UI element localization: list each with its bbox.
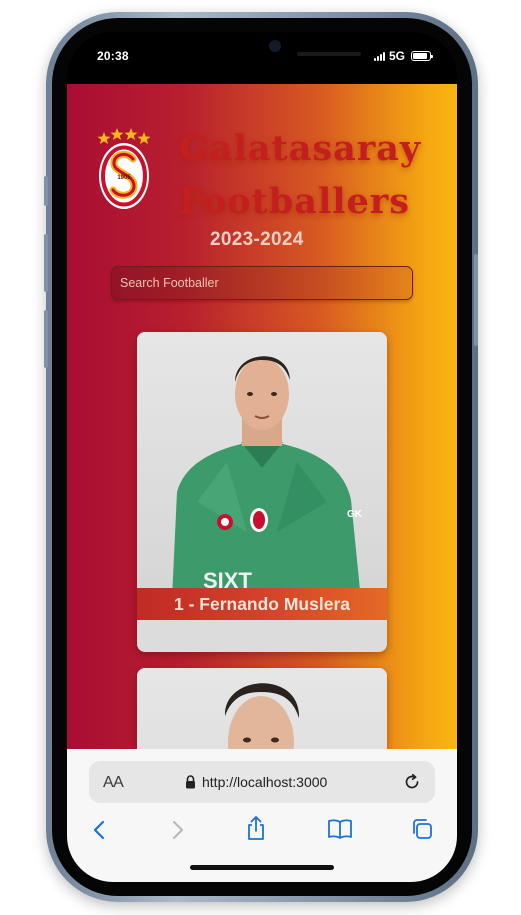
bookmarks-icon[interactable] — [327, 818, 353, 840]
address-bar[interactable]: AA http://localhost:3000 — [89, 761, 435, 803]
power-button — [474, 254, 478, 346]
silent-switch — [44, 176, 48, 206]
home-indicator[interactable] — [190, 865, 334, 870]
crest-year: 1905 — [117, 175, 131, 181]
front-camera — [269, 40, 281, 52]
svg-text:GK: GK — [347, 509, 363, 520]
text-size-button[interactable]: AA — [103, 774, 124, 792]
title-line-1: Galatasaray — [179, 128, 422, 169]
battery-icon — [411, 51, 433, 61]
goalkeeper-portrait: GK SIXT — [171, 356, 363, 620]
back-icon[interactable] — [92, 819, 108, 841]
status-bar: 20:38 5G — [67, 32, 457, 84]
volume-down-button — [44, 310, 48, 368]
lock-icon — [186, 775, 195, 789]
player-card[interactable]: GK SIXT 1 - Fernando Muslera — [137, 332, 387, 652]
title-line-2: Footballers — [179, 181, 410, 222]
earpiece — [297, 52, 361, 56]
player-portrait — [224, 683, 300, 749]
player-photo: GK SIXT 1 - Fernando Muslera — [137, 332, 387, 620]
status-indicators: 5G — [373, 49, 433, 63]
reload-icon[interactable] — [403, 773, 421, 791]
season-label: 2023-2024 — [210, 229, 304, 250]
network-label: 5G — [388, 49, 405, 63]
signal-icon — [373, 51, 385, 61]
forward-icon[interactable] — [169, 819, 185, 841]
page-title: Galatasaray Footballers — [179, 122, 449, 228]
status-time: 20:38 — [97, 49, 129, 63]
volume-up-button — [44, 234, 48, 292]
page-content[interactable]: 1905 Galatasaray Footballers 2023-2024 S… — [67, 84, 457, 749]
galatasaray-crest-icon: 1905 — [97, 128, 151, 209]
url-group[interactable]: http://localhost:3000 — [185, 774, 327, 790]
search-input[interactable] — [111, 266, 413, 300]
share-icon[interactable] — [245, 815, 267, 841]
browser-bar: AA http://localhost:3000 — [67, 749, 457, 882]
tabs-icon[interactable] — [410, 817, 434, 841]
player-name-label: 1 - Fernando Muslera — [137, 588, 387, 620]
phone-screen: 20:38 5G 1905 Galatasaray Footballers 20… — [67, 32, 457, 882]
player-card[interactable] — [137, 668, 387, 749]
player-photo — [137, 668, 387, 749]
url-text: http://localhost:3000 — [202, 774, 328, 790]
